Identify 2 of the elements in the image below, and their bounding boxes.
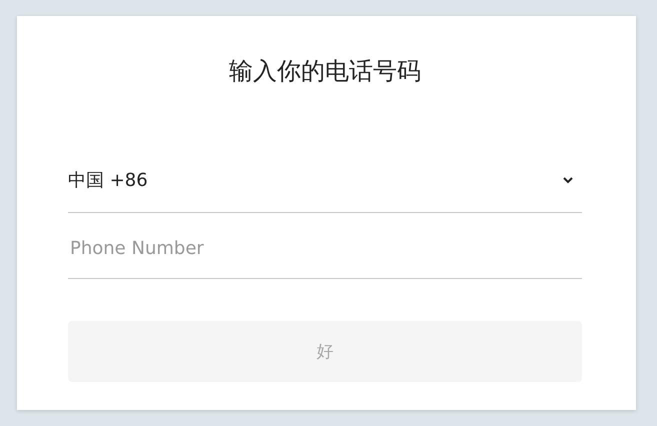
chevron-down-icon	[562, 176, 574, 184]
dialog-title: 输入你的电话号码	[228, 56, 422, 87]
